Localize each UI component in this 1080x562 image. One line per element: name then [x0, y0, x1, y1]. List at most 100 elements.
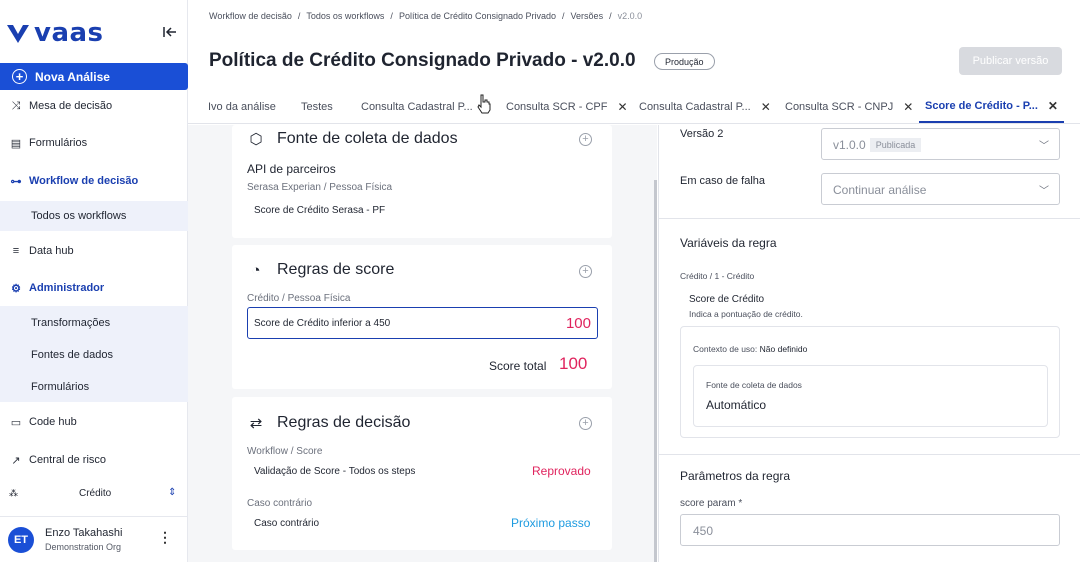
- score-param-input[interactable]: 450: [680, 514, 1060, 546]
- source-value: Automático: [706, 398, 767, 412]
- chevron-down-icon: ﹀: [1039, 186, 1049, 197]
- code-icon: ▭: [10, 416, 22, 429]
- scrollbar[interactable]: [654, 180, 657, 562]
- source-item: Score de Crédito Serasa - PF: [254, 205, 386, 216]
- version-select[interactable]: v1.0.0 Publicada ﹀: [821, 128, 1060, 160]
- sidebar-subitem-fontes[interactable]: Fontes de dados: [31, 349, 113, 363]
- sidebar-item-formularios[interactable]: ▤ Formulários: [0, 133, 188, 153]
- decision-rule-label: Caso contrário: [254, 518, 320, 529]
- version-select-value: v1.0.0 Publicada: [833, 138, 922, 152]
- tab-consulta-cadastral-1[interactable]: Consulta Cadastral P...: [361, 91, 473, 123]
- sidebar-subitem-todos-workflows[interactable]: Todos os workflows: [31, 210, 126, 224]
- form-icon: ▤: [10, 137, 22, 150]
- tab-label: Consulta SCR - CPF: [506, 101, 608, 113]
- data-source-card: ⬡ Fonte de coleta de dados + API de parc…: [232, 125, 612, 238]
- failure-select-value: Continuar análise: [833, 183, 927, 197]
- tab-label: Score de Crédito - P...: [925, 100, 1038, 112]
- page-title: Política de Crédito Consignado Privado -…: [209, 50, 636, 71]
- sidebar-item-workflow[interactable]: ⊶ Workflow de decisão: [0, 171, 188, 191]
- breadcrumb: Workflow de decisão / Todos os workflows /…: [209, 11, 643, 21]
- breadcrumb-item[interactable]: Versões: [571, 11, 604, 21]
- variables-path: Crédito / 1 - Crédito: [680, 271, 755, 281]
- score-total-label: Score total: [489, 359, 547, 373]
- org-selector-label: Crédito: [79, 488, 112, 499]
- card-header: ◔ Regras de score: [247, 261, 394, 279]
- score-rules-card: ◔ Regras de score + Crédito / Pessoa Fís…: [232, 245, 612, 389]
- tab-label: Consulta Cadastral P...: [361, 101, 473, 113]
- database-icon: ≡: [12, 245, 20, 257]
- close-icon[interactable]: ✕: [903, 100, 913, 114]
- score-param-value: 450: [693, 524, 714, 538]
- logo-mark-icon: [7, 25, 29, 43]
- source-box: Fonte de coleta de dados Automático: [693, 365, 1048, 427]
- variable-name: Score de Crédito: [689, 294, 765, 305]
- tab-consulta-scr-cpf[interactable]: Consulta SCR - CPF ✕: [506, 91, 628, 123]
- source-provider: Serasa Experian / Pessoa Física: [247, 182, 393, 193]
- tab-testes[interactable]: Testes: [301, 91, 333, 123]
- published-tag: Publicada: [869, 138, 922, 152]
- decision-rule-label: Validação de Score - Todos os steps: [254, 466, 416, 477]
- tab-label: Testes: [301, 101, 333, 113]
- add-circle-icon[interactable]: +: [579, 265, 592, 278]
- card-header: ⬡ Fonte de coleta de dados: [247, 130, 458, 148]
- user-name: Enzo Takahashi: [45, 527, 123, 539]
- tab-inicio-analise[interactable]: Ivo da análise: [208, 91, 276, 123]
- param-label: score param *: [680, 498, 743, 509]
- sidebar-item-central-risco[interactable]: ↗ Central de risco: [0, 450, 188, 470]
- org-selector[interactable]: ⁂ Crédito ⇕: [0, 485, 188, 503]
- breadcrumb-current: v2.0.0: [617, 11, 643, 21]
- sidebar-item-label: Data hub: [29, 245, 74, 257]
- source-type: API de parceiros: [247, 162, 336, 176]
- user-org: Demonstration Org: [45, 542, 122, 552]
- gauge-icon: ◔: [251, 261, 261, 279]
- vaas-logo[interactable]: vaas: [6, 18, 104, 48]
- collapse-sidebar-icon[interactable]: [162, 24, 178, 40]
- publish-version-button[interactable]: Publicar versão: [959, 47, 1062, 75]
- rule-config-panel: Versão 2 v1.0.0 Publicada ﹀ Em caso de fa…: [658, 125, 1080, 562]
- plus-icon: +: [12, 69, 27, 84]
- rule-variables-title: Variáveis da regra: [680, 236, 777, 250]
- sidebar-subitem-transformacoes[interactable]: Transformações: [31, 317, 110, 331]
- sidebar-item-administrador[interactable]: ⚙ Administrador: [0, 278, 188, 298]
- score-rule-row[interactable]: Score de Crédito inferior a 450 100: [247, 307, 598, 339]
- hand-cursor-icon: [477, 94, 491, 114]
- sidebar-item-codehub[interactable]: ▭ Code hub: [0, 412, 188, 432]
- add-circle-icon[interactable]: +: [579, 417, 592, 430]
- sidebar-item-label: Mesa de decisão: [29, 100, 113, 112]
- add-circle-icon[interactable]: +: [579, 133, 592, 146]
- tab-label: Ivo da análise: [208, 101, 276, 113]
- breadcrumb-item[interactable]: Política de Crédito Consignado Privado: [399, 11, 556, 21]
- more-vertical-icon[interactable]: ⋮: [158, 529, 172, 546]
- user-profile[interactable]: ET Enzo Takahashi Demonstration Org ⋮: [0, 516, 188, 562]
- sidebar-subitem-formularios[interactable]: Formulários: [31, 381, 89, 395]
- admin-submenu: Transformações Fontes de dados Formulári…: [0, 306, 188, 402]
- card-title: Fonte de coleta de dados: [277, 130, 458, 147]
- tab-consulta-cadastral-2[interactable]: Consulta Cadastral P... ✕: [639, 91, 771, 123]
- failure-label: Em caso de falha: [680, 175, 765, 187]
- close-icon[interactable]: ✕: [761, 100, 771, 114]
- tab-score-credito[interactable]: Score de Crédito - P... ✕: [919, 91, 1064, 123]
- variable-context-box: Contexto de uso: Não definido Fonte de c…: [680, 326, 1060, 438]
- breadcrumb-item[interactable]: Todos os workflows: [306, 11, 384, 21]
- breadcrumb-item[interactable]: Workflow de decisão: [209, 11, 292, 21]
- close-icon[interactable]: ✕: [617, 100, 627, 114]
- tab-bar: Ivo da análise Testes Consulta Cadastral…: [188, 91, 1080, 124]
- chart-icon: ↗: [11, 454, 21, 467]
- sidebar-item-label: Formulários: [29, 137, 88, 149]
- new-analysis-button[interactable]: + Nova Análise: [0, 63, 188, 90]
- decision-rule-result: Próximo passo: [511, 516, 591, 530]
- tab-consulta-scr-cnpj[interactable]: Consulta SCR - CNPJ ✕: [785, 91, 913, 123]
- new-analysis-label: Nova Análise: [35, 69, 110, 84]
- status-badge: Produção: [654, 53, 715, 70]
- avatar: ET: [8, 527, 34, 553]
- swap-icon: ⇄: [249, 415, 263, 432]
- rule-params-title: Parâmetros da regra: [680, 469, 791, 483]
- decision-rules-card: ⇄ Regras de decisão + Workflow / Score V…: [232, 397, 612, 550]
- sidebar-item-datahub[interactable]: ≡ Data hub: [0, 241, 188, 261]
- close-icon[interactable]: ✕: [1048, 99, 1058, 113]
- variable-description: Indica a pontuação de crédito.: [689, 309, 803, 319]
- sidebar-item-mesa[interactable]: ⤨ Mesa de decisão: [0, 96, 188, 116]
- card-title: Regras de decisão: [277, 414, 411, 431]
- score-total-value: 100: [559, 354, 588, 373]
- failure-select[interactable]: Continuar análise ﹀: [821, 173, 1060, 205]
